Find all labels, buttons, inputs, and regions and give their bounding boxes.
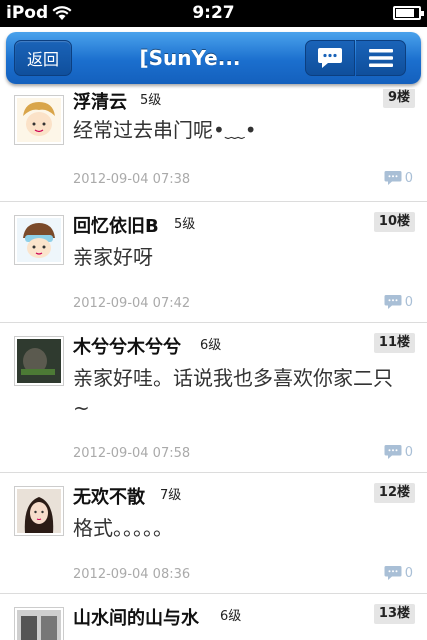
- post-list[interactable]: 浮清云 5级 9楼 经常过去串门呢•﹏• 2012-09-04 07:38 0 …: [0, 89, 427, 640]
- floor-badge: 13楼: [373, 604, 415, 624]
- reply-count: 0: [404, 565, 413, 581]
- reply-icon: [384, 171, 402, 185]
- reply-icon: [384, 566, 402, 580]
- reply-icon: [384, 445, 402, 459]
- username[interactable]: 木兮兮木兮兮: [73, 333, 181, 359]
- user-level: 7级: [160, 488, 182, 503]
- post-time: 2012-09-04 07:38: [73, 172, 191, 187]
- reply-count: 0: [404, 294, 413, 310]
- list-item[interactable]: 木兮兮木兮兮 6级 11楼 亲家好哇。话说我也多喜欢你家二只~ 2012-09-…: [0, 323, 427, 473]
- battery-level: [396, 9, 414, 17]
- avatar[interactable]: [14, 486, 64, 536]
- username[interactable]: 回忆依旧B: [73, 212, 159, 238]
- post-time: 2012-09-04 08:36: [73, 567, 191, 582]
- list-item[interactable]: 无欢不散 7级 12楼 格式。。。。。 2012-09-04 08:36 0: [0, 473, 427, 594]
- user-level: 6级: [220, 609, 242, 624]
- floor-badge: 11楼: [373, 333, 415, 353]
- reply-icon: [384, 295, 402, 309]
- clock: 9:27: [192, 3, 235, 23]
- user-level: 6级: [200, 338, 222, 353]
- floor-badge: 12楼: [373, 483, 415, 503]
- username[interactable]: 无欢不散: [73, 483, 145, 509]
- avatar[interactable]: [14, 95, 64, 145]
- username[interactable]: 浮清云: [73, 89, 127, 114]
- reply-button[interactable]: 0: [384, 170, 413, 186]
- reply-button[interactable]: 0: [384, 565, 413, 581]
- battery-icon: [393, 6, 424, 20]
- back-button[interactable]: 返回: [14, 40, 72, 76]
- floor-badge: 10楼: [373, 212, 415, 232]
- reply-count: 0: [404, 444, 413, 460]
- floor-badge: 9楼: [382, 89, 415, 108]
- menu-button[interactable]: [356, 40, 406, 76]
- avatar[interactable]: [14, 215, 64, 265]
- post-content: 经常过去串门呢•﹏•: [73, 118, 257, 142]
- username[interactable]: 山水间的山与水: [73, 604, 199, 630]
- list-item[interactable]: 浮清云 5级 9楼 经常过去串门呢•﹏• 2012-09-04 07:38 0: [0, 89, 427, 202]
- reply-button[interactable]: 0: [384, 444, 413, 460]
- navigation-bar: 返回 [SunYe...: [0, 27, 427, 89]
- post-content: 亲家好哇。话说我也多喜欢你家二只~: [73, 366, 393, 420]
- reply-count: 0: [404, 170, 413, 186]
- user-level: 5级: [140, 93, 162, 108]
- avatar[interactable]: [14, 607, 64, 640]
- avatar[interactable]: [14, 336, 64, 386]
- comment-button[interactable]: [305, 40, 355, 76]
- list-item[interactable]: 回忆依旧B 5级 10楼 亲家好呀 2012-09-04 07:42 0: [0, 202, 427, 323]
- comment-icon: [318, 48, 342, 68]
- list-item[interactable]: 山水间的山与水 6级 13楼: [0, 594, 427, 640]
- page-title: [SunYe...: [139, 46, 241, 70]
- user-level: 5级: [174, 217, 196, 232]
- post-content: 亲家好呀: [73, 245, 153, 269]
- post-content: 格式。。。。。: [73, 516, 173, 540]
- reply-button[interactable]: 0: [384, 294, 413, 310]
- post-time: 2012-09-04 07:58: [73, 446, 191, 461]
- status-bar: iPod 9:27: [0, 0, 427, 27]
- menu-icon: [368, 49, 393, 67]
- post-time: 2012-09-04 07:42: [73, 296, 191, 311]
